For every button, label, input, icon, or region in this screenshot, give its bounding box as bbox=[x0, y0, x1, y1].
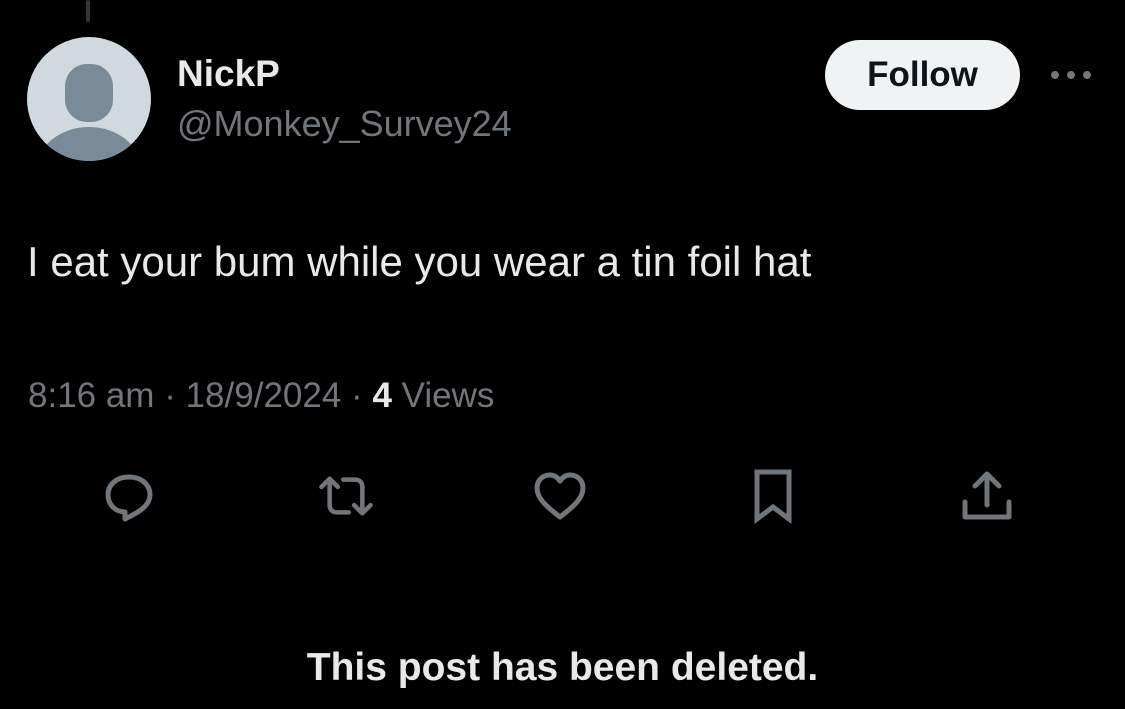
bookmark-button[interactable] bbox=[743, 466, 803, 526]
default-avatar-icon bbox=[37, 64, 141, 161]
thread-connector-line bbox=[86, 0, 90, 22]
like-button[interactable] bbox=[530, 466, 590, 526]
post-meta: 8:16 am · 18/9/2024 · 4 Views bbox=[28, 374, 494, 418]
reply-button[interactable] bbox=[99, 466, 159, 526]
repost-arrows-icon bbox=[319, 476, 373, 516]
speech-bubble-icon bbox=[105, 474, 153, 522]
share-button[interactable] bbox=[957, 466, 1017, 526]
bookmark-icon bbox=[754, 469, 792, 524]
views-count: 4 bbox=[372, 376, 392, 415]
more-options-icon[interactable] bbox=[1046, 60, 1096, 90]
heart-icon bbox=[534, 472, 586, 520]
post-time[interactable]: 8:16 am bbox=[28, 376, 154, 415]
post-text: I eat your bum while you wear a tin foil… bbox=[27, 238, 812, 285]
share-upload-icon bbox=[962, 471, 1012, 520]
views-label: Views bbox=[401, 376, 495, 415]
post-date[interactable]: 18/9/2024 bbox=[186, 376, 342, 415]
follow-button[interactable]: Follow bbox=[825, 40, 1020, 110]
repost-button[interactable] bbox=[316, 466, 376, 526]
meta-separator: · bbox=[164, 376, 176, 415]
meta-separator: · bbox=[351, 376, 363, 415]
author-handle[interactable]: @Monkey_Survey24 bbox=[177, 102, 512, 146]
deleted-post-notice: This post has been deleted. bbox=[306, 646, 819, 689]
avatar[interactable] bbox=[27, 37, 151, 161]
author-display-name[interactable]: NickP bbox=[177, 52, 280, 96]
